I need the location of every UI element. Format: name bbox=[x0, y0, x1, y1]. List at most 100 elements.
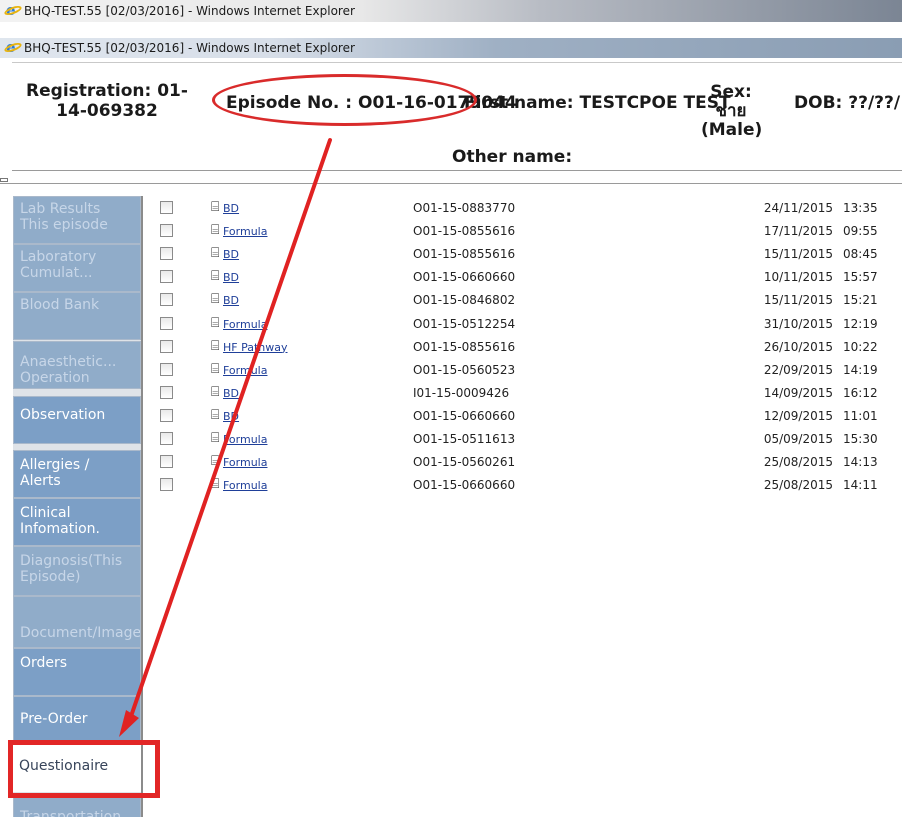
document-link[interactable]: BD bbox=[223, 294, 239, 307]
row-date: 26/10/2015 bbox=[763, 339, 833, 354]
row-episode: I01-15-0009426 bbox=[413, 385, 510, 400]
document-icon: ⌸ bbox=[211, 406, 220, 423]
row-checkbox[interactable] bbox=[160, 201, 173, 214]
first-name-label: First name: TESTCPOE TEST bbox=[464, 93, 731, 113]
sidebar-item-document-image[interactable]: Document/Image bbox=[13, 596, 141, 648]
row-time: 16:12 bbox=[843, 385, 878, 400]
row-date: 14/09/2015 bbox=[763, 385, 833, 400]
row-episode: O01-15-0855616 bbox=[413, 339, 516, 354]
sidebar-item-diagnosis[interactable]: Diagnosis(This Episode) bbox=[13, 546, 141, 596]
sidebar-item-clinical-information[interactable]: Clinical Infomation. bbox=[13, 498, 141, 546]
row-checkbox[interactable] bbox=[160, 339, 173, 353]
row-time: 15:57 bbox=[843, 270, 878, 285]
document-icon: ⌸ bbox=[211, 291, 220, 308]
document-link[interactable]: HF Pathway bbox=[223, 341, 288, 354]
row-episode: O01-15-0560523 bbox=[413, 362, 516, 377]
document-icon: ⌸ bbox=[211, 268, 220, 285]
table-row: ⌸ Formula O01-15-0512254 31/10/2015 12:19 bbox=[143, 312, 902, 335]
row-checkbox[interactable] bbox=[160, 247, 173, 261]
row-episode: O01-15-0846802 bbox=[413, 293, 516, 308]
row-episode: O01-15-0660660 bbox=[413, 408, 516, 423]
document-icon: ⌸ bbox=[211, 430, 220, 446]
row-time: 10:22 bbox=[843, 339, 878, 354]
row-checkbox[interactable] bbox=[160, 385, 173, 399]
annotation-oval bbox=[212, 74, 477, 126]
sidebar-item-orders[interactable]: Orders bbox=[13, 648, 141, 696]
splitter-handle[interactable] bbox=[0, 178, 8, 182]
row-date: 24/11/2015 bbox=[763, 201, 833, 215]
row-checkbox[interactable] bbox=[160, 293, 173, 307]
document-icon: ⌸ bbox=[211, 337, 220, 354]
sidebar-item-pre-order[interactable]: Pre-Order bbox=[13, 696, 141, 744]
table-row: ⌸ BD O01-15-0846802 15/11/2015 15:21 bbox=[143, 288, 902, 311]
row-time: 11:01 bbox=[843, 408, 878, 423]
internet-explorer-icon: e bbox=[3, 1, 23, 19]
row-checkbox[interactable] bbox=[160, 316, 173, 330]
row-episode: O01-15-0511613 bbox=[413, 432, 516, 446]
row-episode: O01-15-0855616 bbox=[413, 224, 516, 239]
back-window-titlebar[interactable]: e BHQ-TEST.55 [02/03/2016] - Windows Int… bbox=[0, 0, 902, 22]
header-divider bbox=[12, 170, 902, 171]
document-icon: ⌸ bbox=[211, 476, 220, 493]
document-icon: ⌸ bbox=[211, 314, 220, 331]
row-episode: O01-15-0660660 bbox=[413, 478, 516, 493]
document-icon: ⌸ bbox=[211, 360, 220, 377]
row-date: 05/09/2015 bbox=[763, 432, 833, 446]
row-date: 12/09/2015 bbox=[763, 408, 833, 423]
sidebar-item-transportation[interactable]: Transportation bbox=[13, 796, 141, 817]
document-link[interactable]: Formula bbox=[223, 479, 267, 492]
table-row: ⌸ BD O01-15-0883770 24/11/2015 13:35 bbox=[143, 196, 902, 219]
front-window-titlebar[interactable]: e BHQ-TEST.55 [02/03/2016] - Windows Int… bbox=[0, 38, 902, 58]
document-icon: ⌸ bbox=[211, 245, 220, 262]
table-row: ⌸ BD O01-15-0660660 12/09/2015 11:01 bbox=[143, 404, 902, 427]
table-row: ⌸ BD O01-15-0660660 10/11/2015 15:57 bbox=[143, 265, 902, 288]
sidebar-item-lab-results[interactable]: Lab Results This episode bbox=[13, 196, 141, 244]
row-checkbox[interactable] bbox=[160, 408, 173, 422]
document-link[interactable]: Formula bbox=[223, 433, 267, 446]
row-checkbox[interactable] bbox=[160, 432, 173, 445]
document-link[interactable]: BD bbox=[223, 202, 239, 215]
document-icon: ⌸ bbox=[211, 453, 220, 470]
row-date: 10/11/2015 bbox=[763, 270, 833, 285]
document-link[interactable]: BD bbox=[223, 271, 239, 284]
row-date: 31/10/2015 bbox=[763, 316, 833, 331]
row-checkbox[interactable] bbox=[160, 224, 173, 238]
row-time: 09:55 bbox=[843, 224, 878, 239]
sex-label: Sex: ชาย (Male) bbox=[701, 82, 763, 140]
document-icon: ⌸ bbox=[211, 222, 220, 239]
row-date: 25/08/2015 bbox=[763, 455, 833, 470]
document-icon: ⌸ bbox=[211, 199, 220, 215]
table-row: ⌸ Formula O01-15-0560261 25/08/2015 14:13 bbox=[143, 450, 902, 473]
patient-header: Registration: 01-14-069382 Episode No. :… bbox=[12, 62, 902, 170]
row-checkbox[interactable] bbox=[160, 362, 173, 376]
row-checkbox[interactable] bbox=[160, 270, 173, 284]
back-window-title: BHQ-TEST.55 [02/03/2016] - Windows Inter… bbox=[24, 4, 355, 18]
sidebar-item-blood-bank[interactable]: Blood Bank bbox=[13, 292, 141, 340]
row-checkbox[interactable] bbox=[160, 478, 173, 492]
row-date: 15/11/2015 bbox=[763, 293, 833, 308]
row-episode: O01-15-0855616 bbox=[413, 247, 516, 262]
other-name-label: Other name: bbox=[452, 147, 573, 167]
document-link[interactable]: BD bbox=[223, 248, 239, 261]
document-link[interactable]: Formula bbox=[223, 456, 267, 469]
sidebar-item-allergies-alerts[interactable]: Allergies / Alerts bbox=[13, 450, 141, 498]
document-link[interactable]: Formula bbox=[223, 318, 267, 331]
row-time: 15:30 bbox=[843, 432, 878, 446]
table-row: ⌸ Formula O01-15-0511613 05/09/2015 15:30 bbox=[143, 427, 902, 450]
document-link[interactable]: Formula bbox=[223, 225, 267, 238]
table-row: ⌸ Formula O01-15-0660660 25/08/2015 14:11 bbox=[143, 473, 902, 496]
row-date: 25/08/2015 bbox=[763, 478, 833, 493]
sidebar-item-laboratory-cumulative[interactable]: Laboratory Cumulat... bbox=[13, 244, 141, 292]
row-date: 17/11/2015 bbox=[763, 224, 833, 239]
row-time: 15:21 bbox=[843, 293, 878, 308]
document-link[interactable]: BD bbox=[223, 410, 239, 423]
row-episode: O01-15-0660660 bbox=[413, 270, 516, 285]
sidebar-item-anaesthetic-operation[interactable]: Anaesthetic... Operation bbox=[13, 341, 141, 389]
document-link[interactable]: Formula bbox=[223, 364, 267, 377]
sidebar-item-observation[interactable]: Observation bbox=[13, 396, 141, 444]
document-link[interactable]: BD bbox=[223, 387, 239, 400]
table-row: ⌸ BD O01-15-0855616 15/11/2015 08:45 bbox=[143, 242, 902, 265]
row-checkbox[interactable] bbox=[160, 455, 173, 469]
sidebar: Lab Results This episode Laboratory Cumu… bbox=[13, 196, 141, 817]
table-row: ⌸ BD I01-15-0009426 14/09/2015 16:12 bbox=[143, 381, 902, 404]
